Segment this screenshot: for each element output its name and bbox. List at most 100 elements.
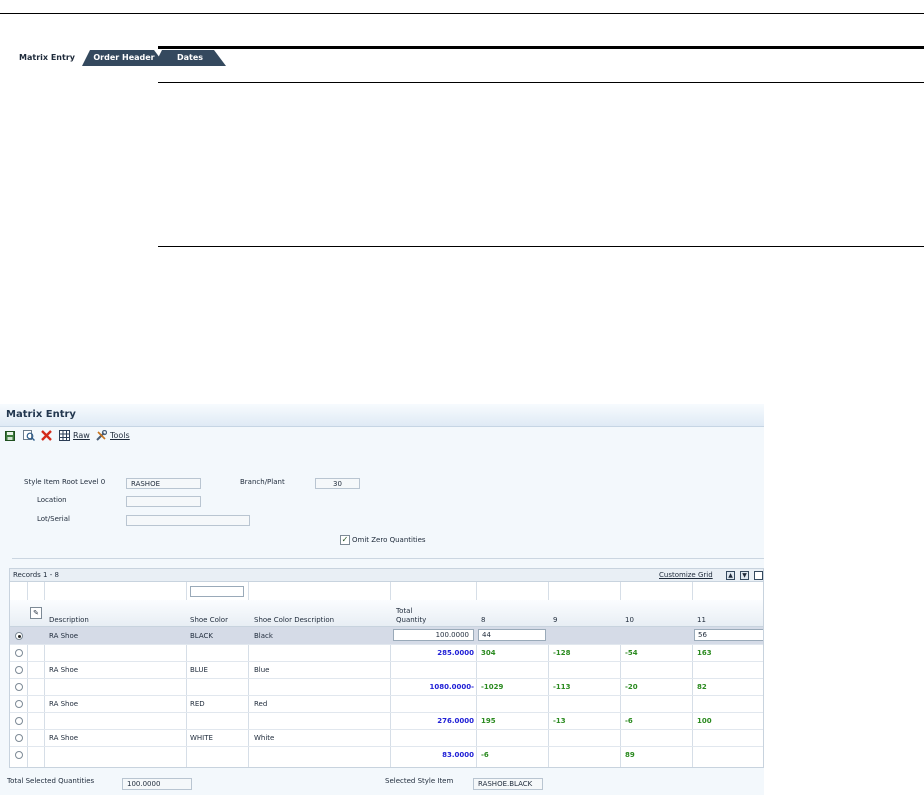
row-radio[interactable] <box>15 632 23 640</box>
row-divider <box>10 695 763 696</box>
col-header-size-10[interactable]: 10 <box>625 616 634 624</box>
row-total: 276.0000 <box>437 717 474 725</box>
location-field[interactable] <box>126 496 201 507</box>
branch-plant-label: Branch/Plant <box>240 478 285 486</box>
lot-serial-field[interactable] <box>126 515 250 526</box>
col-header-total-line1[interactable]: Total <box>396 607 412 615</box>
row-total: 285.0000 <box>437 649 474 657</box>
row-select-icon[interactable]: ✎ <box>30 607 42 619</box>
row-divider <box>10 661 763 662</box>
row-description: RA Shoe <box>49 666 79 674</box>
row-total: 1080.0000- <box>429 683 474 691</box>
location-label: Location <box>37 496 67 504</box>
branch-plant-field[interactable]: 30 <box>315 478 360 489</box>
total-quantity-input[interactable]: 100.0000 <box>393 629 474 641</box>
col-header-description[interactable]: Description <box>49 616 89 624</box>
col-header-shoe-color-description[interactable]: Shoe Color Description <box>254 616 334 624</box>
row-size-8: -6 <box>481 751 489 759</box>
row-size-8: 304 <box>481 649 496 657</box>
tab-matrix-entry[interactable]: Matrix Entry <box>12 50 82 66</box>
row-shoe-color: RED <box>190 700 205 708</box>
style-item-field[interactable]: RASHOE <box>126 478 201 489</box>
row-size-10: 89 <box>625 751 635 759</box>
omit-zero-checkbox[interactable]: ✓ <box>340 535 350 545</box>
row-description: RA Shoe <box>49 734 79 742</box>
matrix-grid: Records 1 - 8 Customize Grid ▲ ▼ ✎ Descr… <box>9 568 764 768</box>
form-separator <box>12 558 764 559</box>
table-top-rule <box>158 46 924 49</box>
row-radio[interactable] <box>15 649 23 657</box>
row-divider <box>10 678 763 679</box>
row-shoe-color: BLUE <box>190 666 208 674</box>
find-icon[interactable] <box>23 429 35 442</box>
raw-button[interactable]: Raw <box>59 429 90 442</box>
tools-label: Tools <box>110 431 130 440</box>
row-size-10: -6 <box>625 717 633 725</box>
title-bar: Matrix Entry <box>0 404 764 427</box>
total-selected-field[interactable]: 100.0000 <box>122 778 192 790</box>
row-shoe-color: BLACK <box>190 632 214 640</box>
row-radio[interactable] <box>15 734 23 742</box>
arrow-up-icon[interactable]: ▲ <box>726 571 735 580</box>
row-description: RA Shoe <box>49 632 79 640</box>
save-icon[interactable] <box>5 429 15 442</box>
column-header-row <box>10 600 763 627</box>
row-shoe-color: WHITE <box>190 734 213 742</box>
row-shoe-color-desc: Red <box>254 700 268 708</box>
total-selected-label: Total Selected Quantities <box>7 777 95 785</box>
toolbar: Raw Tools <box>0 427 764 445</box>
lot-serial-label: Lot/Serial <box>37 515 70 523</box>
delete-icon[interactable] <box>41 429 52 442</box>
row-size-9: -113 <box>553 683 571 691</box>
raw-label: Raw <box>73 431 90 440</box>
window-title: Matrix Entry <box>6 409 76 420</box>
row-total: 83.0000 <box>442 751 474 759</box>
row-size-8: -1029 <box>481 683 504 691</box>
table-bottom-rule <box>158 246 924 247</box>
row-divider <box>10 746 763 747</box>
row-size-10: -54 <box>625 649 638 657</box>
tab-dates[interactable]: Dates <box>154 50 226 66</box>
row-size-8: 195 <box>481 717 496 725</box>
row-divider <box>10 644 763 645</box>
grid-header-bar: Records 1 - 8 Customize Grid ▲ ▼ <box>10 569 763 582</box>
size-8-input[interactable]: 44 <box>478 629 546 641</box>
tab-order-header[interactable]: Order Header <box>82 50 166 66</box>
row-radio[interactable] <box>15 717 23 725</box>
row-size-11: 82 <box>697 683 707 691</box>
customize-grid-link[interactable]: Customize Grid <box>659 571 713 579</box>
col-header-shoe-color[interactable]: Shoe Color <box>190 616 228 624</box>
row-shoe-color-desc: White <box>254 734 275 742</box>
records-label: Records 1 - 8 <box>13 571 59 579</box>
shoe-color-filter[interactable] <box>190 586 244 597</box>
col-header-size-11[interactable]: 11 <box>697 616 706 624</box>
tools-icon <box>96 430 107 441</box>
col-header-size-8[interactable]: 8 <box>481 616 485 624</box>
tools-button[interactable]: Tools <box>96 429 130 442</box>
top-rule <box>0 13 924 14</box>
row-radio[interactable] <box>15 683 23 691</box>
arrow-down-icon[interactable]: ▼ <box>740 571 749 580</box>
row-radio[interactable] <box>15 666 23 674</box>
row-shoe-color-desc: Blue <box>254 666 270 674</box>
maximize-icon[interactable] <box>754 571 763 580</box>
row-shoe-color-desc: Black <box>254 632 273 640</box>
row-description: RA Shoe <box>49 700 79 708</box>
style-item-label: Style Item Root Level 0 <box>24 478 106 486</box>
omit-zero-label: Omit Zero Quantities <box>352 536 426 544</box>
selected-style-field[interactable]: RASHOE.BLACK <box>473 778 543 790</box>
row-radio[interactable] <box>15 700 23 708</box>
row-divider <box>10 712 763 713</box>
row-size-11: 163 <box>697 649 712 657</box>
row-size-9: -128 <box>553 649 571 657</box>
row-size-10: -20 <box>625 683 638 691</box>
col-header-size-9[interactable]: 9 <box>553 616 557 624</box>
table-mid-rule <box>158 82 924 83</box>
row-size-11: 100 <box>697 717 712 725</box>
row-size-9: -13 <box>553 717 566 725</box>
grid-icon <box>59 430 70 441</box>
size-11-input[interactable]: 56 <box>694 629 763 641</box>
row-radio[interactable] <box>15 751 23 759</box>
col-header-total-line2[interactable]: Quantity <box>396 616 426 624</box>
table-row[interactable] <box>10 627 763 644</box>
